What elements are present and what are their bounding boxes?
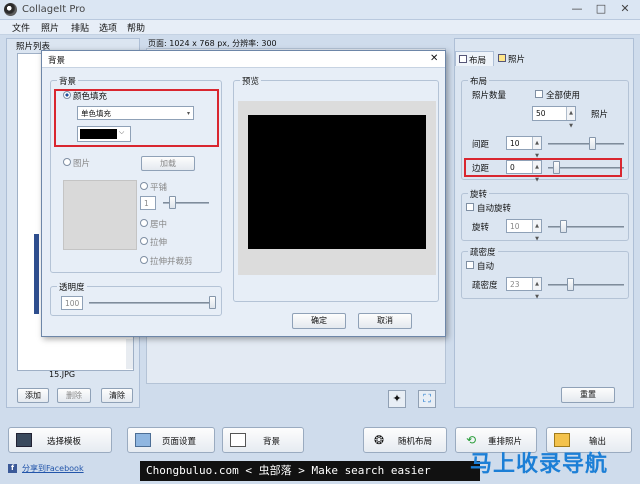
choose-template-button[interactable]: 选择模板 xyxy=(8,427,112,453)
share-facebook-link[interactable]: 分享到Facebook xyxy=(22,463,84,474)
auto-rotate-checkbox[interactable] xyxy=(466,203,474,211)
photo-count-field[interactable]: 50 ▲ ▼ xyxy=(532,106,576,129)
opacity-slider-thumb[interactable] xyxy=(209,296,216,309)
menu-file[interactable]: 文件 xyxy=(12,21,30,34)
spacing-field[interactable]: 10 ▲ ▼ xyxy=(506,136,542,159)
settings-panel: 布局 照片 布局 照片数量 全部使用 50 ▲ ▼ 照片 间距 10 ▲ ▼ 边距 xyxy=(454,38,634,408)
photo-count-label: 照片数量 xyxy=(472,91,507,101)
app-window: CollageIt Pro — □ ✕ 文件 照片 排贴 选项 帮助 照片列表 … xyxy=(0,0,640,484)
background-dialog: 背景 ✕ 背景 颜色填充 单色填充 ▾ ⌵ 图片 加载 平铺 1 居中 拉伸 拉… xyxy=(41,50,446,337)
thumbnail-strip xyxy=(34,234,39,314)
picture-label: 图片 xyxy=(73,159,91,169)
picture-preview xyxy=(63,180,137,250)
background-button[interactable]: 背景 xyxy=(222,427,304,453)
random-layout-icon: ❂ xyxy=(373,433,385,447)
dialog-title-bar: 背景 ✕ xyxy=(42,51,445,68)
reset-button[interactable]: 重置 xyxy=(561,387,615,403)
template-icon xyxy=(16,433,32,447)
close-window-button[interactable]: ✕ xyxy=(614,2,636,16)
picture-radio[interactable] xyxy=(63,158,71,166)
spacing-slider-thumb[interactable] xyxy=(589,137,596,150)
center-radio[interactable] xyxy=(140,219,148,227)
photo-unit: 照片 xyxy=(591,110,609,120)
tab-layout[interactable]: 布局 xyxy=(455,51,494,66)
fullscreen-icon[interactable]: ⛶ xyxy=(418,390,436,408)
fit-icon[interactable]: ✦ xyxy=(388,390,406,408)
page-setup-icon xyxy=(135,433,151,447)
minimize-button[interactable]: — xyxy=(566,2,588,16)
stretch-radio[interactable] xyxy=(140,237,148,245)
preview-black-canvas xyxy=(248,115,426,249)
opacity-group: 透明度 100 xyxy=(50,281,222,316)
tile-label: 平铺 xyxy=(150,183,168,193)
color-fill-highlight-box xyxy=(54,89,219,147)
page-setup-button[interactable]: 页面设置 xyxy=(127,427,215,453)
load-button[interactable]: 加载 xyxy=(141,156,195,171)
spacing-label: 间距 xyxy=(472,140,490,150)
menu-bar: 文件 照片 排贴 选项 帮助 xyxy=(0,20,640,35)
photo-count-spinner[interactable]: ▲ ▼ xyxy=(566,107,575,129)
rotation-group: 旋转 自动旋转 旋转 10 ▲ ▼ xyxy=(461,188,629,242)
delete-photo-button[interactable]: 删除 xyxy=(57,388,91,403)
layout-tab-icon xyxy=(459,55,467,63)
density-label: 疏密度 xyxy=(472,281,498,291)
rearrange-icon: ⟲ xyxy=(465,433,477,447)
rotate-label: 旋转 xyxy=(472,223,490,233)
density-slider-thumb[interactable] xyxy=(567,278,574,291)
stretch-crop-radio[interactable] xyxy=(140,256,148,264)
use-all-checkbox[interactable] xyxy=(535,90,543,98)
menu-arrange[interactable]: 排贴 xyxy=(71,21,89,34)
export-icon xyxy=(554,433,570,447)
auto-density-label: 自动 xyxy=(477,262,495,272)
rotate-slider-thumb[interactable] xyxy=(560,220,567,233)
tile-slider-thumb[interactable] xyxy=(169,196,176,209)
list-scrollbar[interactable] xyxy=(126,339,133,369)
maximize-button[interactable]: □ xyxy=(590,2,612,16)
facebook-icon: f xyxy=(8,464,17,473)
photo-tab-icon xyxy=(498,54,506,62)
watermark-logo: 马上收录导航 xyxy=(470,452,609,477)
app-title: CollageIt Pro xyxy=(22,4,86,15)
random-layout-button[interactable]: ❂ 随机布局 xyxy=(363,427,447,453)
background-icon xyxy=(230,433,246,447)
menu-photo[interactable]: 照片 xyxy=(41,21,59,34)
dialog-close-button[interactable]: ✕ xyxy=(430,53,438,64)
tab-photo[interactable]: 照片 xyxy=(495,51,534,66)
density-slider-track[interactable] xyxy=(548,284,624,286)
opacity-slider-track[interactable] xyxy=(89,302,215,304)
opacity-field[interactable]: 100 xyxy=(61,296,83,310)
density-group: 疏密度 自动 疏密度 23 ▲ ▼ xyxy=(461,246,629,300)
center-label: 居中 xyxy=(150,220,168,230)
preview-frame xyxy=(238,101,436,275)
app-logo-icon xyxy=(4,3,17,16)
clear-photos-button[interactable]: 清除 xyxy=(101,388,133,403)
tile-count-field[interactable]: 1 xyxy=(140,196,156,210)
ok-button[interactable]: 确定 xyxy=(292,313,346,329)
preview-group: 预览 xyxy=(233,75,439,302)
title-bar: CollageIt Pro — □ ✕ xyxy=(0,0,640,20)
tile-radio[interactable] xyxy=(140,182,148,190)
use-all-label: 全部使用 xyxy=(546,91,581,101)
add-photo-button[interactable]: 添加 xyxy=(17,388,49,403)
menu-help[interactable]: 帮助 xyxy=(127,21,145,34)
margin-highlight-box xyxy=(464,158,622,177)
stretch-label: 拉伸 xyxy=(150,238,168,248)
auto-density-checkbox[interactable] xyxy=(466,261,474,269)
photo-filename: 15.JPG xyxy=(49,370,76,379)
cancel-button[interactable]: 取消 xyxy=(358,313,412,329)
stretch-crop-label: 拉伸并裁剪 xyxy=(150,257,193,267)
dialog-title: 背景 xyxy=(48,56,66,66)
watermark-banner: Chongbuluo.com < 虫部落 > Make search easie… xyxy=(140,461,480,481)
menu-options[interactable]: 选项 xyxy=(99,21,117,34)
density-field[interactable]: 23 ▲ ▼ xyxy=(506,277,542,300)
spacing-slider-track[interactable] xyxy=(548,143,624,145)
rotate-field[interactable]: 10 ▲ ▼ xyxy=(506,219,542,242)
auto-rotate-label: 自动旋转 xyxy=(477,204,512,214)
